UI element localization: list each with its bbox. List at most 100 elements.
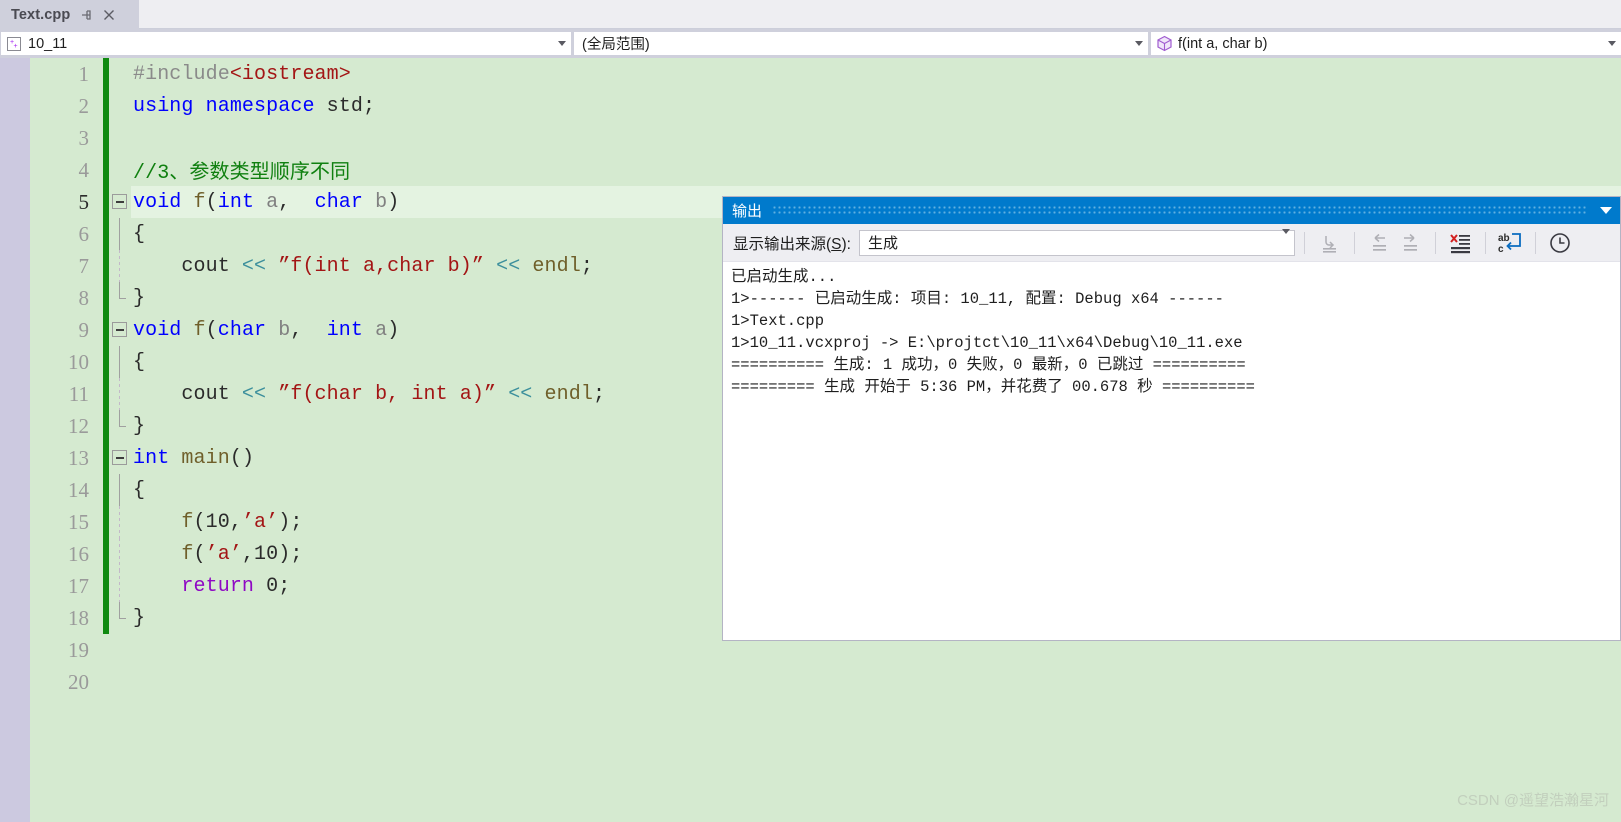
code-text[interactable] (131, 666, 1621, 698)
fold-column[interactable] (109, 378, 131, 410)
code-token: #include (133, 62, 230, 86)
fold-guide-line (119, 474, 120, 506)
fold-column[interactable] (109, 186, 131, 218)
code-token: f (193, 190, 206, 214)
code-token: ,10); (241, 542, 303, 566)
line-number: 17 (68, 573, 89, 598)
code-token: namespace (205, 94, 315, 118)
document-tab-text-cpp[interactable]: Text.cpp (0, 0, 139, 29)
previous-message-icon[interactable] (1364, 229, 1395, 257)
code-line[interactable]: 3 (30, 122, 1621, 154)
code-text[interactable]: #include<iostream> (131, 58, 1621, 90)
document-tab-label: Text.cpp (11, 6, 71, 23)
line-number: 12 (68, 413, 89, 438)
pin-icon[interactable] (79, 8, 93, 22)
fold-column[interactable] (109, 282, 131, 314)
member-selector-combo[interactable]: f(int a, char b) (1150, 31, 1621, 56)
fold-column[interactable] (109, 250, 131, 282)
show-timestamps-icon[interactable] (1545, 229, 1576, 257)
output-source-label: 显示输出来源(S): (733, 235, 851, 253)
code-line[interactable]: 4 //3、参数类型顺序不同 (30, 154, 1621, 186)
output-window-titlebar: 输出 (723, 197, 1620, 224)
fold-column[interactable] (109, 602, 131, 634)
fold-column[interactable] (109, 570, 131, 602)
clear-all-icon[interactable] (1445, 229, 1476, 257)
close-icon[interactable] (102, 8, 116, 22)
fold-column[interactable] (109, 666, 131, 698)
project-selector-combo[interactable]: + + 10_11 (0, 31, 572, 56)
chevron-down-icon[interactable] (1130, 41, 1148, 46)
code-text[interactable] (131, 122, 1621, 154)
code-token: () (229, 446, 255, 470)
output-source-select[interactable]: 生成 (858, 228, 1295, 256)
code-tokens: } (133, 287, 145, 310)
code-token: ) (387, 190, 400, 214)
next-message-icon[interactable] (1395, 229, 1426, 257)
fold-guide-line (119, 570, 120, 602)
fold-column[interactable] (109, 58, 131, 90)
line-number: 11 (68, 381, 89, 406)
code-token: ); (278, 510, 303, 534)
fold-column[interactable] (109, 506, 131, 538)
code-text[interactable]: using namespace std; (131, 90, 1621, 122)
go-to-message-icon[interactable] (1314, 229, 1345, 257)
fold-column[interactable] (109, 122, 131, 154)
code-token: int (217, 190, 255, 214)
chevron-down-icon[interactable] (1598, 203, 1614, 219)
scope-selector-combo[interactable]: (全局范围) (573, 31, 1149, 56)
fold-column[interactable] (109, 538, 131, 570)
output-line: 1>Text.cpp (731, 312, 825, 330)
fold-column[interactable] (109, 634, 131, 666)
document-tab-strip: Text.cpp (0, 0, 1621, 29)
code-token: , (278, 190, 315, 214)
line-number: 20 (68, 669, 89, 694)
fold-column[interactable] (109, 410, 131, 442)
code-token: cout (133, 382, 242, 406)
collapse-outline-icon[interactable] (112, 322, 127, 337)
code-token: return (181, 574, 255, 598)
code-tokens: cout << ”f(char b, int a)” << endl; (133, 383, 605, 406)
toolbar-separator (1303, 231, 1305, 254)
code-text[interactable]: //3、参数类型顺序不同 (131, 154, 1621, 186)
code-token: ) (387, 318, 400, 342)
titlebar-drag-handle[interactable] (772, 205, 1588, 216)
chevron-down-icon[interactable] (553, 41, 571, 46)
line-number: 4 (78, 157, 90, 182)
code-tokens: { (133, 223, 145, 246)
collapse-outline-icon[interactable] (112, 450, 127, 465)
chevron-down-icon[interactable] (1603, 41, 1621, 46)
output-source-value: 生成 (867, 235, 898, 252)
code-line[interactable]: 20 (30, 666, 1621, 698)
fold-column[interactable] (109, 90, 131, 122)
output-text-area[interactable]: 已启动生成... 1>------ 已启动生成: 项目: 10_11, 配置: D… (723, 262, 1620, 640)
line-number: 14 (68, 477, 89, 502)
code-line[interactable]: 1 #include<iostream> (30, 58, 1621, 90)
fold-column[interactable] (109, 218, 131, 250)
fold-column[interactable] (109, 154, 131, 186)
code-token: ( (193, 542, 206, 566)
toggle-word-wrap-icon[interactable]: ab c (1495, 229, 1526, 257)
code-tokens: void f(int a, char b) (133, 191, 399, 214)
code-tokens: f(’a’,10); (133, 543, 302, 566)
output-window-title: 输出 (732, 203, 763, 220)
fold-column[interactable] (109, 442, 131, 474)
code-tokens: using namespace std; (133, 95, 375, 118)
code-token: } (133, 606, 146, 630)
code-line[interactable]: 2 using namespace std; (30, 90, 1621, 122)
code-token: ”f(int a,char b)” (278, 254, 484, 278)
fold-column[interactable] (109, 314, 131, 346)
fold-column[interactable] (109, 346, 131, 378)
fold-column[interactable] (109, 474, 131, 506)
collapse-outline-icon[interactable] (112, 194, 127, 209)
line-number: 9 (78, 317, 90, 342)
code-token: (10, (193, 510, 242, 534)
chevron-down-icon[interactable] (1281, 228, 1290, 252)
code-token: main (181, 446, 230, 470)
